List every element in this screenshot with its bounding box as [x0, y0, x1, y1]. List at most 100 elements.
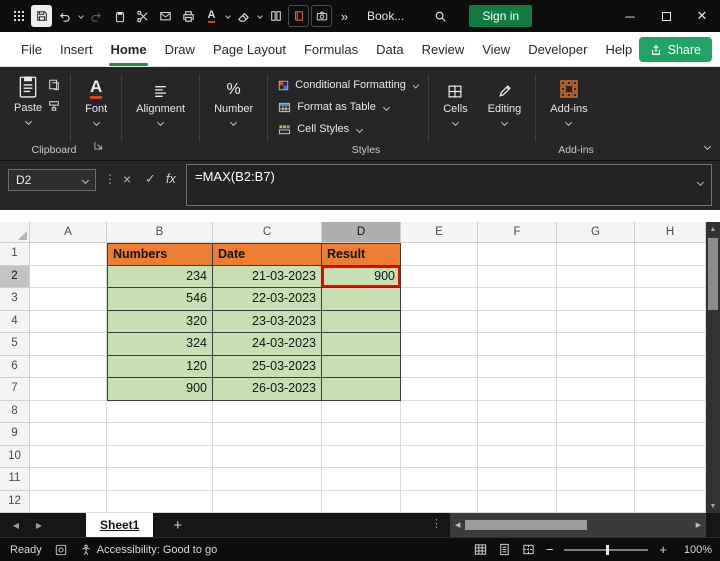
cell-G12[interactable]: [557, 490, 635, 513]
cell-G1[interactable]: [557, 243, 635, 266]
column-header-B[interactable]: B: [107, 222, 213, 243]
copy-button[interactable]: [48, 78, 60, 91]
cell-F4[interactable]: [478, 310, 557, 333]
cell-F9[interactable]: [478, 423, 557, 446]
row-header-5[interactable]: 5: [0, 333, 30, 356]
row-header-11[interactable]: 11: [0, 468, 30, 491]
cell-B5[interactable]: 324: [107, 333, 213, 356]
zoom-in-button[interactable]: +: [659, 543, 667, 556]
cell-F6[interactable]: [478, 355, 557, 378]
cell-B4[interactable]: 320: [107, 310, 213, 333]
cells-group-button[interactable]: Cells: [433, 72, 477, 127]
close-button[interactable]: ✕: [684, 0, 720, 32]
cell-E9[interactable]: [401, 423, 478, 446]
cell-F8[interactable]: [478, 400, 557, 423]
column-header-H[interactable]: H: [635, 222, 706, 243]
cell-D4[interactable]: [322, 310, 401, 333]
eraser-dropdown-icon[interactable]: [256, 10, 263, 22]
cell-C4[interactable]: 23-03-2023: [213, 310, 322, 333]
previous-sheet-button[interactable]: ◀: [9, 521, 23, 530]
cell-H12[interactable]: [635, 490, 706, 513]
format-as-table-button[interactable]: Format as Table: [278, 97, 418, 117]
expand-formula-bar-button[interactable]: [696, 173, 705, 188]
cell-E8[interactable]: [401, 400, 478, 423]
cell-G7[interactable]: [557, 378, 635, 401]
tab-bar-options-icon[interactable]: ⋮: [431, 517, 442, 530]
zoom-out-button[interactable]: −: [546, 543, 554, 556]
cell-E7[interactable]: [401, 378, 478, 401]
cell-A3[interactable]: [30, 288, 107, 311]
cell-E1[interactable]: [401, 243, 478, 266]
cell-G5[interactable]: [557, 333, 635, 356]
macro-record-icon[interactable]: [55, 544, 67, 556]
cell-styles-button[interactable]: Cell Styles: [278, 119, 418, 139]
cell-C8[interactable]: [213, 400, 322, 423]
select-all-button[interactable]: [0, 222, 30, 243]
cell-B10[interactable]: [107, 445, 213, 468]
eraser-icon[interactable]: [233, 5, 254, 27]
cell-B9[interactable]: [107, 423, 213, 446]
cell-D8[interactable]: [322, 400, 401, 423]
cell-D10[interactable]: [322, 445, 401, 468]
cell-A7[interactable]: [30, 378, 107, 401]
share-button[interactable]: Share: [638, 37, 712, 62]
number-group-button[interactable]: % Number: [204, 72, 263, 127]
cell-G4[interactable]: [557, 310, 635, 333]
cell-H3[interactable]: [635, 288, 706, 311]
cell-C10[interactable]: [213, 445, 322, 468]
cell-E6[interactable]: [401, 355, 478, 378]
page-break-preview-button[interactable]: [522, 543, 535, 556]
camera-icon[interactable]: [311, 5, 332, 27]
apps-icon[interactable]: [8, 5, 29, 27]
undo-icon[interactable]: [54, 5, 75, 27]
scroll-up-icon[interactable]: ▲: [710, 222, 717, 236]
cell-H10[interactable]: [635, 445, 706, 468]
sign-in-button[interactable]: Sign in: [469, 5, 533, 27]
row-header-10[interactable]: 10: [0, 445, 30, 468]
cell-D3[interactable]: [322, 288, 401, 311]
font-color-dropdown-icon[interactable]: [224, 10, 231, 22]
name-box-resize-handle[interactable]: ⋮: [104, 172, 116, 186]
conditional-formatting-button[interactable]: Conditional Formatting: [278, 75, 420, 95]
collapse-ribbon-button[interactable]: [703, 136, 712, 154]
new-sheet-button[interactable]: +: [173, 518, 182, 533]
redo-icon[interactable]: [86, 5, 107, 27]
cell-C3[interactable]: 22-03-2023: [213, 288, 322, 311]
scroll-down-icon[interactable]: ▼: [710, 499, 717, 513]
row-header-6[interactable]: 6: [0, 355, 30, 378]
cell-C5[interactable]: 24-03-2023: [213, 333, 322, 356]
cell-F11[interactable]: [478, 468, 557, 491]
format-painter-button[interactable]: [48, 100, 60, 112]
save-icon[interactable]: [31, 5, 52, 27]
book-icon[interactable]: [288, 5, 309, 27]
menu-tab-help[interactable]: Help: [596, 32, 641, 66]
cell-D5[interactable]: [322, 333, 401, 356]
cell-F3[interactable]: [478, 288, 557, 311]
cell-D7[interactable]: [322, 378, 401, 401]
font-group-button[interactable]: A Font: [75, 72, 117, 127]
cell-A10[interactable]: [30, 445, 107, 468]
cell-F5[interactable]: [478, 333, 557, 356]
cell-H11[interactable]: [635, 468, 706, 491]
cell-B2[interactable]: 234: [107, 265, 213, 288]
cell-B1[interactable]: Numbers: [107, 243, 213, 266]
horizontal-scroll-thumb[interactable]: [465, 520, 588, 530]
cell-A12[interactable]: [30, 490, 107, 513]
zoom-slider-thumb[interactable]: [606, 544, 610, 555]
cell-H9[interactable]: [635, 423, 706, 446]
addins-group-button[interactable]: Add-ins: [540, 72, 597, 127]
cell-D6[interactable]: [322, 355, 401, 378]
cell-F7[interactable]: [478, 378, 557, 401]
scroll-right-icon[interactable]: ▶: [696, 521, 701, 529]
row-header-3[interactable]: 3: [0, 288, 30, 311]
cell-H8[interactable]: [635, 400, 706, 423]
cell-H1[interactable]: [635, 243, 706, 266]
cell-H7[interactable]: [635, 378, 706, 401]
cell-G11[interactable]: [557, 468, 635, 491]
menu-tab-page-layout[interactable]: Page Layout: [204, 32, 295, 66]
vertical-scrollbar[interactable]: ▲ ▼: [706, 222, 720, 513]
cell-C9[interactable]: [213, 423, 322, 446]
accessibility-icon[interactable]: [80, 544, 92, 556]
cell-H2[interactable]: [635, 265, 706, 288]
cell-B8[interactable]: [107, 400, 213, 423]
